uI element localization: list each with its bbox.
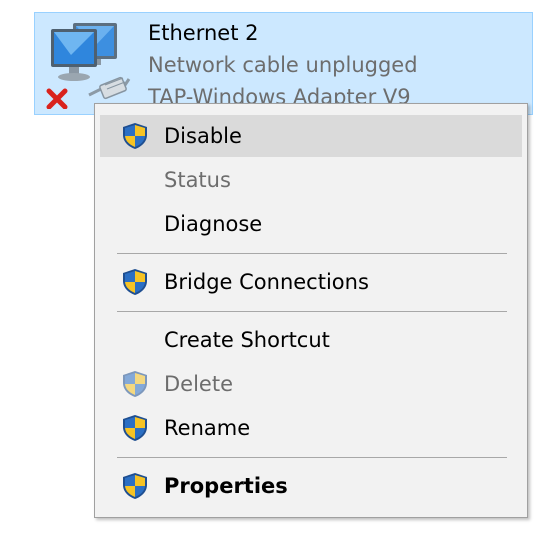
- uac-shield-icon: [121, 414, 149, 442]
- menu-item-label: Bridge Connections: [164, 270, 369, 294]
- menu-item-label: Delete: [164, 372, 233, 396]
- menu-separator: [117, 253, 507, 254]
- uac-shield-icon: [121, 268, 149, 296]
- menu-item-delete[interactable]: Delete: [100, 363, 522, 405]
- menu-item-properties[interactable]: Properties: [100, 465, 522, 507]
- menu-item-label: Rename: [164, 416, 251, 440]
- network-adapter-disconnected-icon: [43, 19, 139, 109]
- menu-item-diagnose[interactable]: Diagnose: [100, 203, 522, 245]
- adapter-status: Network cable unplugged: [148, 53, 418, 77]
- menu-item-label: Diagnose: [164, 212, 263, 236]
- context-menu: Disable Status Diagnose Bridge Connectio…: [94, 103, 528, 518]
- menu-separator: [117, 311, 507, 312]
- menu-item-label: Status: [164, 168, 231, 192]
- uac-shield-icon: [121, 472, 149, 500]
- menu-item-bridge-connections[interactable]: Bridge Connections: [100, 261, 522, 303]
- menu-item-label: Create Shortcut: [164, 328, 330, 352]
- menu-item-status[interactable]: Status: [100, 159, 522, 201]
- uac-shield-icon: [121, 370, 149, 398]
- menu-item-disable[interactable]: Disable: [100, 115, 522, 157]
- menu-item-label: Disable: [164, 124, 242, 148]
- menu-item-label: Properties: [164, 474, 288, 498]
- adapter-text-block: Ethernet 2 Network cable unplugged TAP-W…: [148, 17, 418, 113]
- menu-separator: [117, 457, 507, 458]
- adapter-name: Ethernet 2: [148, 21, 259, 45]
- network-adapter-tile[interactable]: Ethernet 2 Network cable unplugged TAP-W…: [34, 12, 533, 115]
- menu-item-create-shortcut[interactable]: Create Shortcut: [100, 319, 522, 361]
- menu-item-rename[interactable]: Rename: [100, 407, 522, 449]
- uac-shield-icon: [121, 122, 149, 150]
